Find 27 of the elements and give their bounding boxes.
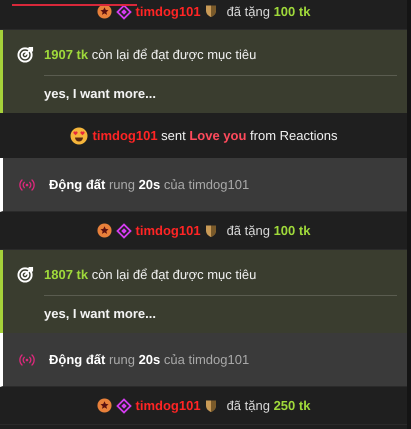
username: timdog101 [136,223,201,238]
diamond-icon [116,398,132,414]
goal-text: 1907 tk còn lại để đạt được mục tiêu [44,47,256,62]
target-icon [17,46,34,63]
username: timdog101 [136,4,201,19]
effect-text: Động đất rung 20s của timdog101 [49,177,250,192]
goal-text: 1807 tk còn lại để đạt được mục tiêu [44,267,256,282]
target-icon [17,266,34,283]
gift-text: đã tặng 100 tk [226,4,310,19]
effect-text: Động đất rung 20s của timdog101 [49,352,250,367]
shield-icon [204,398,217,412]
heart-eyes-emoji-icon [70,126,88,144]
diamond-icon [116,222,132,238]
star-badge-icon [96,4,112,19]
star-badge-icon [96,398,112,413]
goal-message: yes, I want more... [44,306,157,321]
goal-message: yes, I want more... [44,86,157,101]
shield-icon [204,224,217,238]
gift-text: đã tặng 250 tk [226,398,310,413]
star-badge-icon [96,223,112,238]
broadcast-icon [19,354,35,366]
gift-text: đã tặng 100 tk [226,223,310,238]
username: timdog101 [136,398,201,413]
broadcast-icon [19,178,35,190]
reaction-text: timdog101 sent Love you from Reactions [92,128,338,143]
diamond-icon [116,4,132,20]
shield-icon [204,4,217,18]
